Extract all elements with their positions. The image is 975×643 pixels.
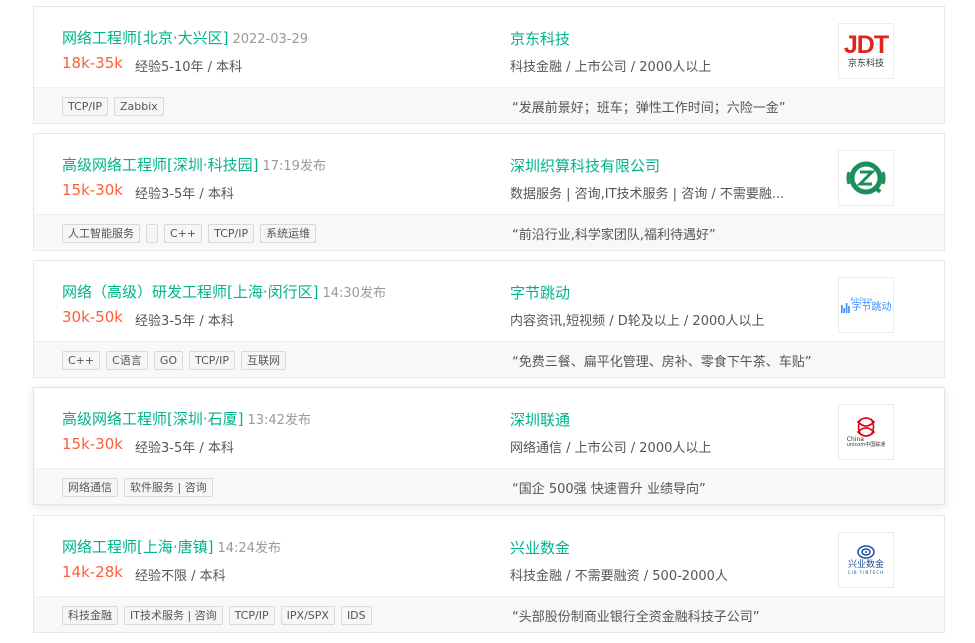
job-card-bottom: C++ C语言 GO TCP/IP 互联网 “免费三餐、扁平化管理、房补、零食下… — [34, 341, 944, 377]
tag[interactable]: C++ — [62, 351, 101, 370]
zhisuan-logo[interactable] — [838, 150, 894, 206]
job-title[interactable]: 网络工程师[北京·大兴区] — [62, 29, 228, 47]
cib-swirl-icon — [857, 545, 875, 559]
jdt-logo[interactable]: JDT 京东科技 — [838, 23, 894, 79]
job-title-line: 高级网络工程师[深圳·科技园] 17:19发布 — [62, 154, 326, 175]
tag[interactable]: TCP/IP — [62, 97, 108, 116]
company-name[interactable]: 深圳织算科技有限公司 — [510, 155, 660, 176]
company-industry: 内容资讯,短视频 / D轮及以上 / 2000人以上 — [510, 314, 765, 329]
tag[interactable]: 科技金融 — [62, 606, 118, 625]
requirements: 经验3-5年 / 本科 — [135, 441, 234, 456]
tag[interactable]: C++ — [164, 224, 203, 243]
salary: 30k-50k — [62, 308, 123, 326]
requirements: 经验5-10年 / 本科 — [135, 60, 243, 75]
logo-name: 兴业数金 — [847, 560, 884, 570]
job-title[interactable]: 高级网络工程师[深圳·石厦] — [62, 410, 243, 428]
tag[interactable]: 网络通信 — [62, 478, 118, 497]
company-slogan: “前沿行业,科学家团队,福利待遇好” — [512, 228, 716, 243]
logo-subtitle: 字节跳动 — [851, 301, 892, 313]
tag-list: 科技金融 IT技术服务 | 咨询 TCP/IP IPX/SPX IDS — [62, 606, 372, 625]
requirements: 经验3-5年 / 本科 — [135, 187, 234, 202]
company-industry: 网络通信 / 上市公司 / 2000人以上 — [510, 441, 712, 456]
tag-list: C++ C语言 GO TCP/IP 互联网 — [62, 351, 286, 370]
tag[interactable]: TCP/IP — [189, 351, 235, 370]
tag[interactable]: 互联网 — [240, 351, 286, 370]
tag[interactable]: 软件服务 | 咨询 — [124, 478, 213, 497]
company-name[interactable]: 兴业数金 — [510, 537, 570, 558]
tag[interactable] — [146, 224, 158, 243]
job-card-bottom: 网络通信 软件服务 | 咨询 “国企 500强 快速晋升 业绩导向” — [34, 468, 944, 504]
job-card-top: 高级网络工程师[深圳·石厦] 13:42发布 15k-30k 经验3-5年 / 本… — [34, 388, 944, 468]
china-unicom-logo[interactable]: China unicom中国联通 — [838, 404, 894, 460]
tag-list: TCP/IP Zabbix — [62, 97, 164, 116]
logo-subtitle: 京东科技 — [847, 59, 884, 69]
job-title-line: 网络（高级）研发工程师[上海·闵行区] 14:30发布 — [62, 281, 386, 302]
publish-time: 2022-03-29 — [232, 32, 309, 47]
job-card-bottom: TCP/IP Zabbix “发展前景好；班车；弹性工作时间；六险一金” — [34, 87, 944, 123]
job-title-line: 高级网络工程师[深圳·石厦] 13:42发布 — [62, 408, 311, 429]
publish-time: 17:19发布 — [262, 159, 326, 174]
job-title[interactable]: 网络（高级）研发工程师[上海·闵行区] — [62, 283, 318, 301]
company-name[interactable]: 深圳联通 — [510, 409, 570, 430]
tag[interactable]: C语言 — [106, 351, 148, 370]
zhisuan-logo-graphic — [846, 161, 886, 195]
job-card-bottom: 人工智能服务 C++ TCP/IP 系统运维 “前沿行业,科学家团队,福利待遇好… — [34, 214, 944, 250]
job-card-top: 网络（高级）研发工程师[上海·闵行区] 14:30发布 30k-50k 经验3-5… — [34, 261, 944, 341]
company-slogan: “发展前景好；班车；弹性工作时间；六险一金” — [512, 101, 786, 116]
job-card[interactable]: 高级网络工程师[深圳·科技园] 17:19发布 15k-30k 经验3-5年 / … — [33, 133, 945, 251]
job-card[interactable]: 网络（高级）研发工程师[上海·闵行区] 14:30发布 30k-50k 经验3-5… — [33, 260, 945, 378]
company-slogan: “头部股份制商业银行全资金融科技子公司” — [512, 610, 760, 625]
company-slogan: “免费三餐、扁平化管理、房补、零食下午茶、车贴” — [512, 355, 812, 370]
requirements: 经验3-5年 / 本科 — [135, 314, 234, 329]
tag[interactable]: IPX/SPX — [280, 606, 335, 625]
logo-line2: unicom中国联通 — [846, 441, 886, 448]
job-card[interactable]: 网络工程师[上海·唐镇] 14:24发布 14k-28k 经验不限 / 本科 兴业… — [33, 515, 945, 633]
job-title-line: 网络工程师[北京·大兴区] 2022-03-29 — [62, 27, 308, 48]
cib-fintech-logo[interactable]: 兴业数金 CIB FINTECH — [838, 532, 894, 588]
tag[interactable]: TCP/IP — [228, 606, 275, 625]
bytedance-bars-icon — [840, 302, 850, 313]
salary: 18k-35k — [62, 54, 123, 72]
company-industry: 科技金融 / 不需要融资 / 500-2000人 — [510, 569, 728, 584]
job-card-top: 网络工程师[北京·大兴区] 2022-03-29 18k-35k 经验5-10年 … — [34, 7, 944, 87]
company-industry: 数据服务 | 咨询,IT技术服务 | 咨询 / 不需要融... — [510, 187, 785, 202]
job-card-top: 网络工程师[上海·唐镇] 14:24发布 14k-28k 经验不限 / 本科 兴业… — [34, 516, 944, 596]
tag[interactable]: 系统运维 — [260, 224, 317, 243]
tag[interactable]: GO — [153, 351, 183, 370]
publish-time: 14:30发布 — [322, 286, 386, 301]
logo-mark: JDT — [843, 31, 889, 59]
publish-time: 14:24发布 — [217, 541, 281, 556]
company-industry: 科技金融 / 上市公司 / 2000人以上 — [510, 60, 712, 75]
tag[interactable]: IDS — [340, 606, 372, 625]
job-title[interactable]: 网络工程师[上海·唐镇] — [62, 538, 213, 556]
salary: 14k-28k — [62, 563, 123, 581]
company-name[interactable]: 京东科技 — [510, 28, 570, 49]
unicom-knot-icon — [856, 416, 876, 437]
publish-time: 13:42发布 — [247, 413, 311, 428]
tag[interactable]: 人工智能服务 — [62, 224, 140, 243]
salary: 15k-30k — [62, 181, 123, 199]
tag-list: 人工智能服务 C++ TCP/IP 系统运维 — [62, 224, 317, 243]
job-card-top: 高级网络工程师[深圳·科技园] 17:19发布 15k-30k 经验3-5年 / … — [34, 134, 944, 214]
job-card-bottom: 科技金融 IT技术服务 | 咨询 TCP/IP IPX/SPX IDS “头部股… — [34, 596, 944, 632]
tag-list: 网络通信 软件服务 | 咨询 — [62, 478, 213, 497]
company-name[interactable]: 字节跳动 — [510, 282, 570, 303]
job-card[interactable]: 高级网络工程师[深圳·石厦] 13:42发布 15k-30k 经验3-5年 / 本… — [33, 387, 945, 505]
salary: 15k-30k — [62, 435, 123, 453]
company-slogan: “国企 500强 快速晋升 业绩导向” — [512, 482, 706, 497]
tag[interactable]: TCP/IP — [208, 224, 255, 243]
bytedance-logo[interactable]: ByteDance 字节跳动 — [838, 277, 894, 333]
tag[interactable]: IT技术服务 | 咨询 — [124, 606, 223, 625]
tag[interactable]: Zabbix — [113, 97, 164, 116]
job-title[interactable]: 高级网络工程师[深圳·科技园] — [62, 156, 258, 174]
logo-caption: CIB FINTECH — [847, 570, 885, 575]
job-card[interactable]: 网络工程师[北京·大兴区] 2022-03-29 18k-35k 经验5-10年 … — [33, 6, 945, 124]
job-title-line: 网络工程师[上海·唐镇] 14:24发布 — [62, 536, 281, 557]
requirements: 经验不限 / 本科 — [135, 569, 226, 584]
